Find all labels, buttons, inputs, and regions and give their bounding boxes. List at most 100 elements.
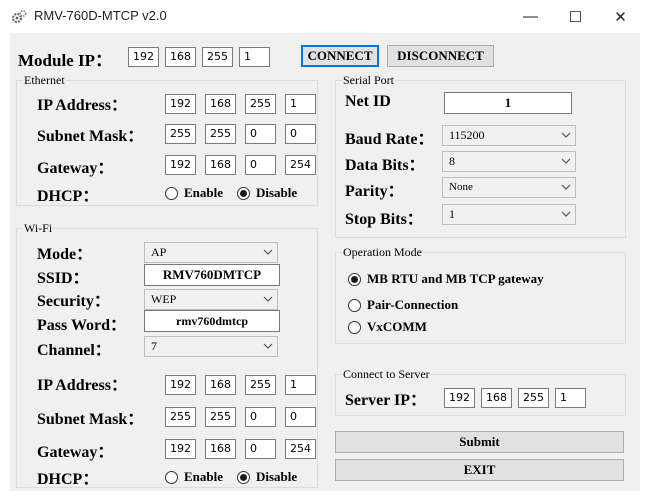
gears-icon <box>11 10 27 24</box>
ethernet-gateway-octet-3[interactable]: 0 <box>245 155 276 175</box>
connect-button[interactable]: CONNECT <box>301 45 379 67</box>
wifi-security-label: Security： <box>37 293 110 310</box>
parity-value: None <box>449 181 473 193</box>
server-ip-octet-1[interactable]: 192 <box>444 388 475 408</box>
ethernet-mask-octet-2[interactable]: 255 <box>205 124 236 144</box>
wifi-ip-octet-1[interactable]: 192 <box>165 375 196 395</box>
client-area: Module IP： 192 168 255 1 CONNECT DISCONN… <box>10 33 640 491</box>
ethernet-dhcp-disable-label: Disable <box>256 185 298 200</box>
ethernet-dhcp-enable-label: Enable <box>184 185 224 200</box>
wifi-ip-octet-4[interactable]: 1 <box>285 375 316 395</box>
ethernet-gateway-octet-1[interactable]: 192 <box>165 155 196 175</box>
module-ip-octet-4[interactable]: 1 <box>239 47 270 67</box>
mode-vxcomm-radio[interactable]: VxCOMM <box>348 319 427 335</box>
wifi-mode-select[interactable]: AP <box>144 242 278 263</box>
server-group-title: Connect to Server <box>342 367 431 381</box>
maximize-button[interactable]: ☐ <box>553 0 598 33</box>
mode-pair-connection-radio[interactable]: Pair-Connection <box>348 297 458 313</box>
ethernet-ip-octet-4[interactable]: 1 <box>285 94 316 114</box>
server-ip-octet-2[interactable]: 168 <box>481 388 512 408</box>
ethernet-mask-octet-1[interactable]: 255 <box>165 124 196 144</box>
wifi-mask-octet-2[interactable]: 255 <box>205 407 236 427</box>
window-title: RMV-760D-MTCP v2.0 <box>34 8 167 23</box>
wifi-mask-octet-1[interactable]: 255 <box>165 407 196 427</box>
mode-gateway-label: MB RTU and MB TCP gateway <box>367 271 544 286</box>
net-id-input[interactable]: 1 <box>444 92 572 114</box>
server-ip-label: Server IP： <box>345 392 427 409</box>
parity-label: Parity： <box>345 183 404 200</box>
ethernet-dhcp-enable-radio[interactable]: Enable <box>165 185 223 201</box>
wifi-ssid-input[interactable]: RMV760DMTCP <box>144 264 280 286</box>
wifi-gateway-octet-2[interactable]: 168 <box>205 439 236 459</box>
wifi-group-title: Wi-Fi <box>23 221 54 235</box>
ethernet-dhcp-label: DHCP： <box>37 188 99 205</box>
exit-button[interactable]: EXIT <box>335 459 624 481</box>
radio-off-icon <box>165 470 178 484</box>
module-ip-octet-2[interactable]: 168 <box>165 47 196 67</box>
wifi-mask-octet-3[interactable]: 0 <box>245 407 276 427</box>
data-bits-value: 8 <box>449 154 455 168</box>
wifi-channel-label: Channel： <box>37 342 111 359</box>
ethernet-ip-label: IP Address： <box>37 97 127 114</box>
wifi-dhcp-label: DHCP： <box>37 471 99 488</box>
mode-gateway-radio[interactable]: MB RTU and MB TCP gateway <box>348 271 544 287</box>
ethernet-ip-octet-2[interactable]: 168 <box>205 94 236 114</box>
wifi-ssid-label: SSID： <box>37 270 89 287</box>
wifi-ip-label: IP Address： <box>37 377 127 394</box>
ethernet-gateway-octet-2[interactable]: 168 <box>205 155 236 175</box>
server-group: Connect to Server Server IP： 192 168 255… <box>335 367 626 416</box>
wifi-channel-value: 7 <box>151 339 157 353</box>
wifi-password-label: Pass Word： <box>37 317 127 334</box>
stop-bits-value: 1 <box>449 207 455 221</box>
disconnect-button[interactable]: DISCONNECT <box>387 45 494 67</box>
chevron-down-icon <box>561 132 571 138</box>
ethernet-mask-octet-4[interactable]: 0 <box>285 124 316 144</box>
radio-on-icon <box>237 186 250 200</box>
wifi-mask-octet-4[interactable]: 0 <box>285 407 316 427</box>
wifi-security-value: WEP <box>151 292 177 306</box>
data-bits-select[interactable]: 8 <box>442 151 576 172</box>
close-button[interactable]: ✕ <box>598 0 643 33</box>
wifi-dhcp-enable-radio[interactable]: Enable <box>165 469 223 485</box>
wifi-mask-label: Subnet Mask： <box>37 411 144 428</box>
server-ip-octet-3[interactable]: 255 <box>518 388 549 408</box>
radio-on-icon <box>348 272 361 286</box>
ethernet-gateway-octet-4[interactable]: 254 <box>285 155 316 175</box>
ethernet-dhcp-disable-radio[interactable]: Disable <box>237 185 297 201</box>
baud-rate-select[interactable]: 115200 <box>442 125 576 146</box>
ethernet-ip-octet-1[interactable]: 192 <box>165 94 196 114</box>
wifi-dhcp-disable-label: Disable <box>256 469 298 484</box>
radio-on-icon <box>237 470 250 484</box>
ethernet-mask-octet-3[interactable]: 0 <box>245 124 276 144</box>
title-bar: RMV-760D-MTCP v2.0 — ☐ ✕ <box>0 0 651 33</box>
wifi-mode-label: Mode： <box>37 246 93 263</box>
chevron-down-icon <box>263 343 273 349</box>
submit-button[interactable]: Submit <box>335 431 624 453</box>
ethernet-ip-octet-3[interactable]: 255 <box>245 94 276 114</box>
wifi-security-select[interactable]: WEP <box>144 289 278 310</box>
minimize-button[interactable]: — <box>508 0 553 33</box>
wifi-ip-octet-2[interactable]: 168 <box>205 375 236 395</box>
stop-bits-select[interactable]: 1 <box>442 204 576 225</box>
wifi-channel-select[interactable]: 7 <box>144 336 278 357</box>
stop-bits-label: Stop Bits： <box>345 211 423 228</box>
ethernet-mask-label: Subnet Mask： <box>37 128 144 145</box>
wifi-gateway-octet-1[interactable]: 192 <box>165 439 196 459</box>
ethernet-group-title: Ethernet <box>23 73 66 87</box>
mode-vxcomm-label: VxCOMM <box>367 319 427 334</box>
baud-rate-value: 115200 <box>449 128 485 142</box>
module-ip-octet-3[interactable]: 255 <box>202 47 233 67</box>
wifi-password-input[interactable]: rmv760dmtcp <box>144 310 280 332</box>
wifi-dhcp-enable-label: Enable <box>184 469 224 484</box>
chevron-down-icon <box>561 158 571 164</box>
mode-pair-connection-label: Pair-Connection <box>367 297 459 312</box>
operation-mode-group: Operation Mode MB RTU and MB TCP gateway… <box>335 245 626 344</box>
wifi-gateway-octet-4[interactable]: 254 <box>285 439 316 459</box>
wifi-ip-octet-3[interactable]: 255 <box>245 375 276 395</box>
wifi-gateway-octet-3[interactable]: 0 <box>245 439 276 459</box>
server-ip-octet-4[interactable]: 1 <box>555 388 586 408</box>
module-ip-octet-1[interactable]: 192 <box>128 47 159 67</box>
wifi-dhcp-disable-radio[interactable]: Disable <box>237 469 297 485</box>
serial-port-group-title: Serial Port <box>342 73 395 87</box>
parity-select[interactable]: None <box>442 177 576 198</box>
